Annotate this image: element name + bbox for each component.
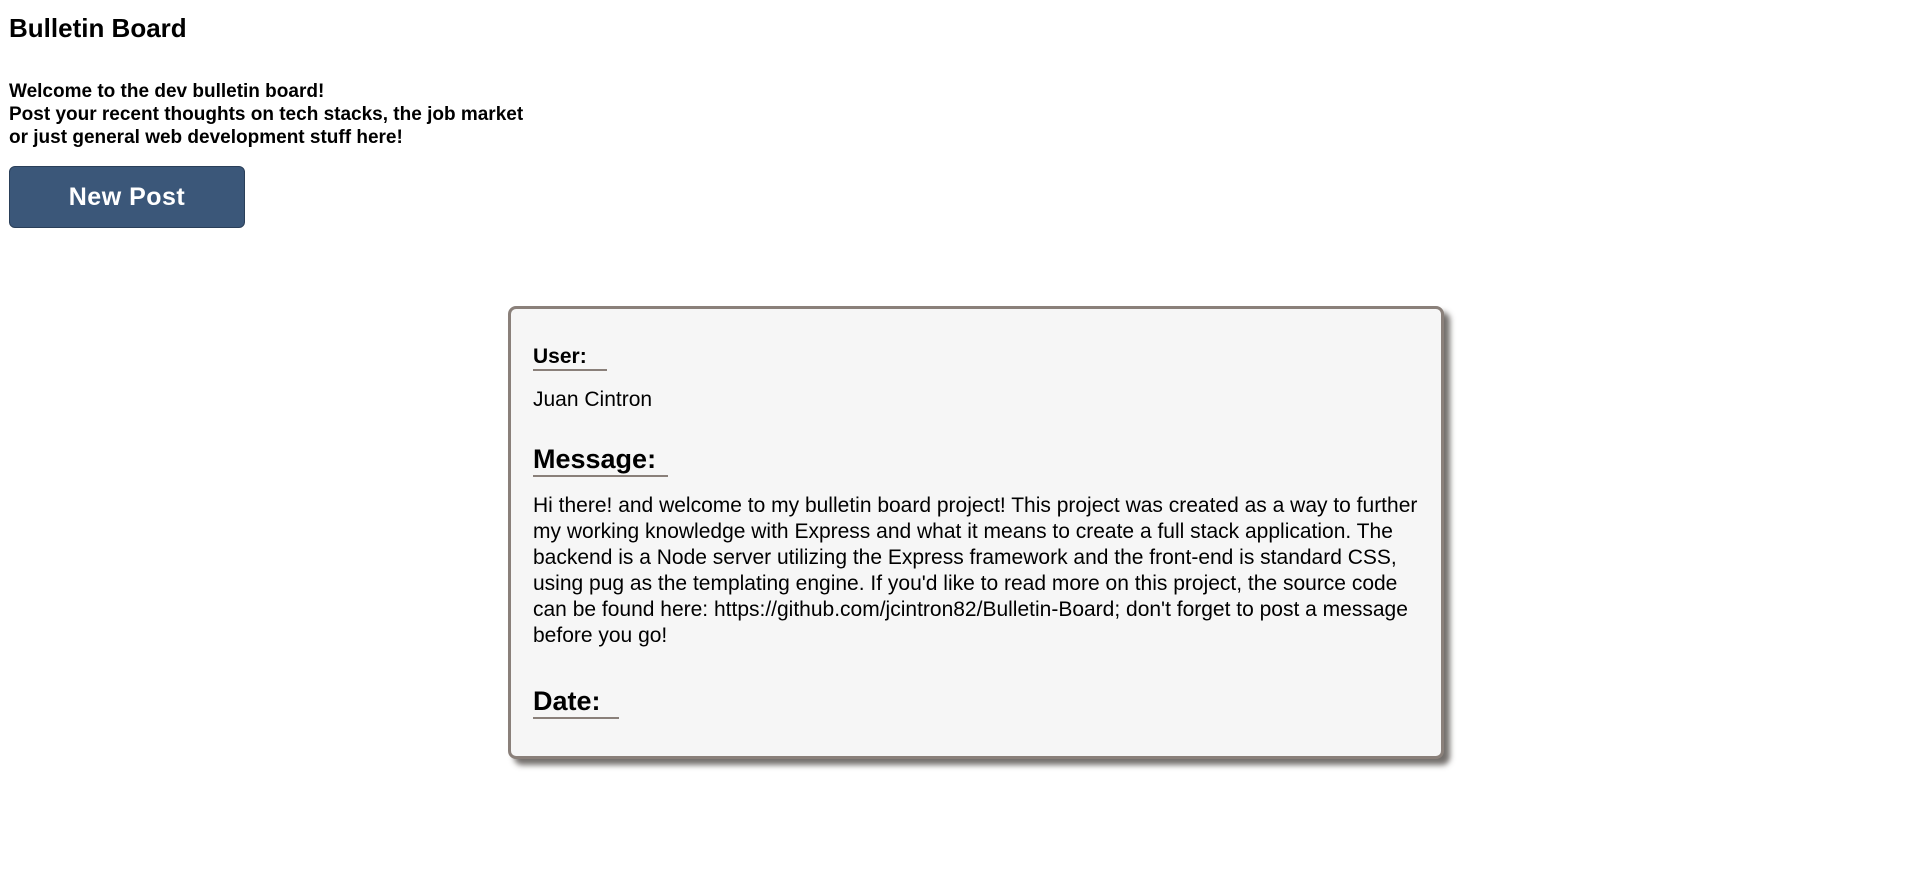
user-label: User: <box>533 345 607 371</box>
message-label: Message: <box>533 443 669 477</box>
intro-line: or just general web development stuff he… <box>9 127 403 148</box>
new-post-button[interactable]: New Post <box>9 166 245 228</box>
page: Bulletin Board Welcome to the dev bullet… <box>0 0 1920 889</box>
intro-text: Welcome to the dev bulletin board! Post … <box>9 80 523 149</box>
intro-line: Welcome to the dev bulletin board! <box>9 81 325 102</box>
post-message: Hi there! and welcome to my bulletin boa… <box>533 494 1418 647</box>
page-title: Bulletin Board <box>9 13 187 43</box>
intro-line: Post your recent thoughts on tech stacks… <box>9 104 524 125</box>
post-card: User: Juan Cintron Message: Hi there! an… <box>508 306 1444 759</box>
date-label: Date: <box>533 685 619 719</box>
post-user: Juan Cintron <box>533 388 653 411</box>
